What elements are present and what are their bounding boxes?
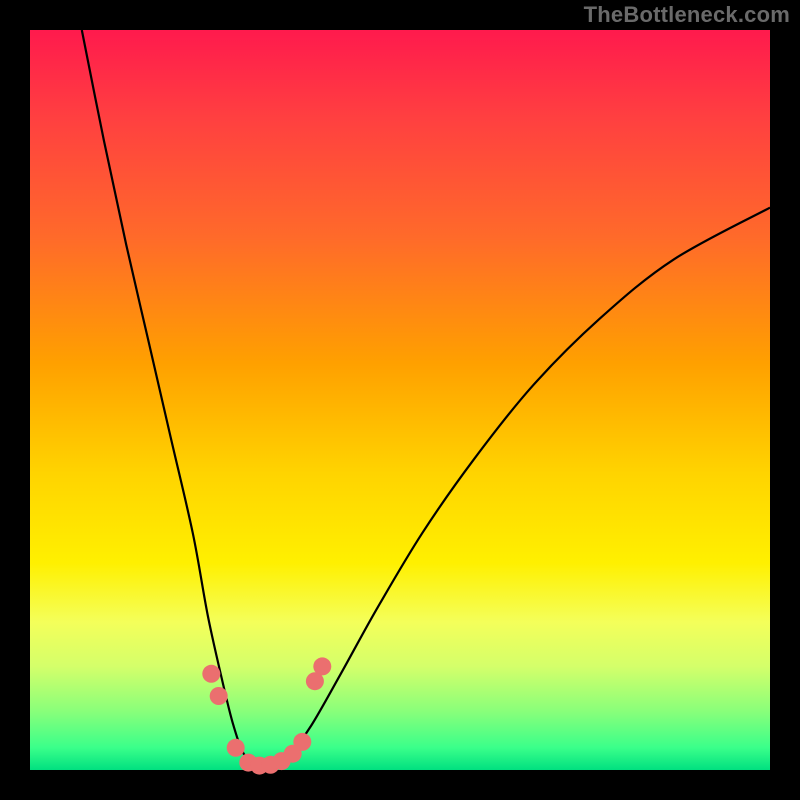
curve-marker [202,665,220,683]
bottleneck-curve [82,30,770,768]
curve-marker [293,733,311,751]
curve-marker [227,739,245,757]
watermark-text: TheBottleneck.com [584,2,790,28]
curve-marker [210,687,228,705]
curve-layer [30,30,770,770]
curve-marker [313,657,331,675]
chart-frame: TheBottleneck.com [0,0,800,800]
